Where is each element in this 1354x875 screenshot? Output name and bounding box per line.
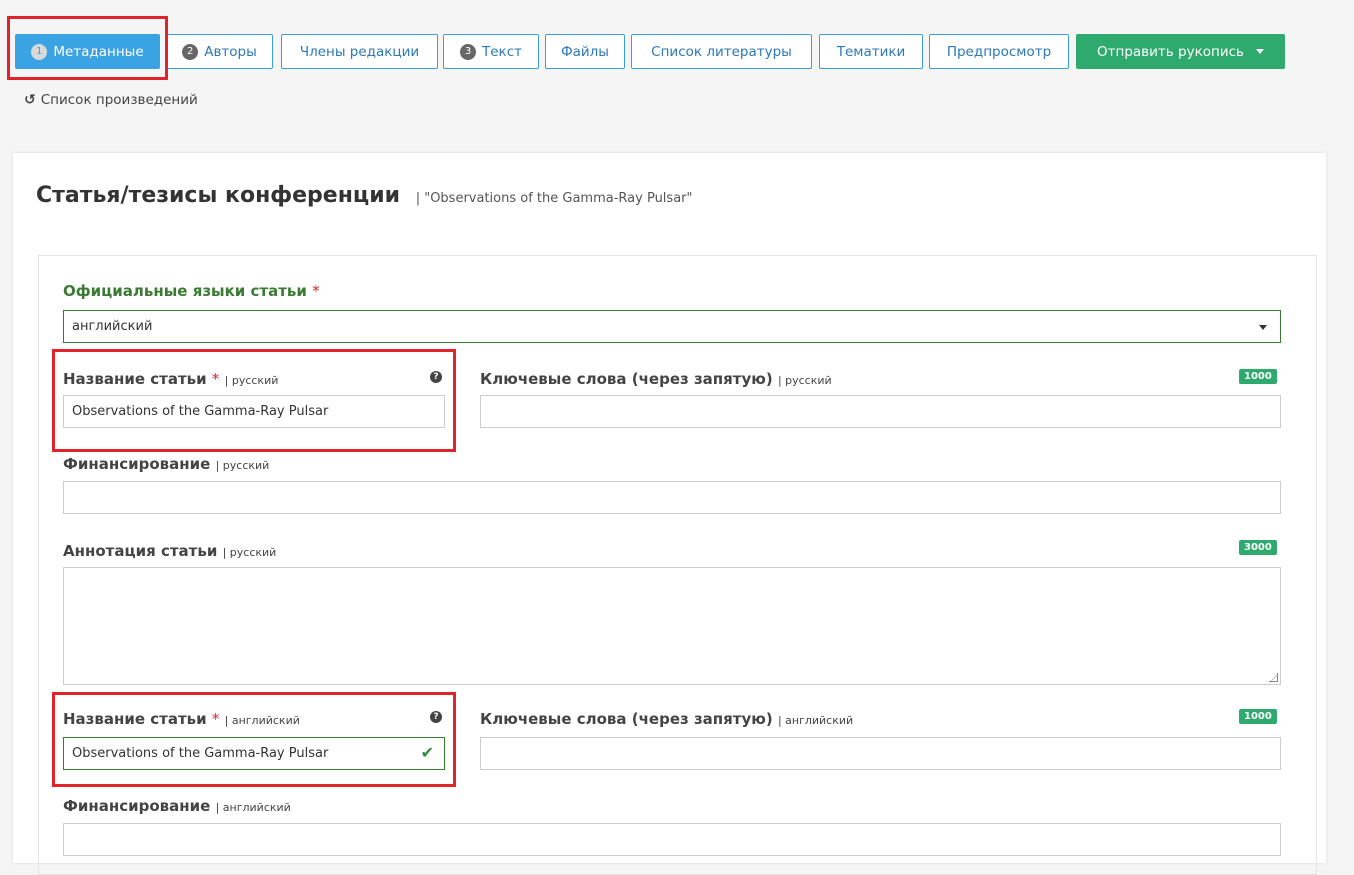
step-badge: 3: [460, 43, 476, 60]
keywords-en-label: Ключевые слова (через запятую) | английс…: [480, 710, 853, 728]
funding-ru-input[interactable]: [63, 481, 1281, 514]
tab-editorial-board[interactable]: Члены редакции: [281, 34, 438, 69]
caret-down-icon: [1255, 49, 1264, 54]
char-counter-badge: 3000: [1239, 540, 1277, 555]
help-icon[interactable]: ?: [430, 711, 442, 723]
undo-icon: ↺: [24, 92, 36, 108]
chevron-down-icon: [1259, 325, 1267, 330]
label-text: Аннотация статьи: [63, 542, 218, 560]
label-text: Ключевые слова (через запятую): [480, 710, 773, 728]
tab-authors[interactable]: 2 Авторы: [166, 34, 273, 69]
tab-label: Текст: [482, 43, 522, 60]
funding-en-label: Финансирование | английский: [63, 797, 291, 815]
main-panel: Статья/тезисы конференции | "Observation…: [13, 153, 1326, 875]
keywords-ru-input[interactable]: [480, 395, 1281, 428]
label-text: Название статьи: [63, 370, 207, 388]
language-sub: | английский: [777, 714, 854, 727]
page-title: Статья/тезисы конференции | "Observation…: [36, 183, 692, 208]
languages-label: Официальные языки статьи *: [63, 282, 320, 300]
page-title-text: Статья/тезисы конференции: [36, 183, 401, 208]
tab-references[interactable]: Список литературы: [631, 34, 812, 69]
tab-label: Тематики: [836, 43, 906, 60]
tab-label: Предпросмотр: [946, 43, 1052, 60]
tab-label: Авторы: [204, 43, 257, 60]
title-en-input[interactable]: Observations of the Gamma-Ray Pulsar ✔: [63, 737, 445, 770]
title-ru-input[interactable]: Observations of the Gamma-Ray Pulsar: [63, 395, 445, 428]
tab-label: Члены редакции: [299, 43, 420, 60]
send-manuscript-button[interactable]: Отправить рукопись: [1076, 34, 1285, 69]
select-value: английский: [72, 319, 153, 334]
tab-label: Список литературы: [651, 43, 792, 60]
funding-en-input[interactable]: [63, 823, 1281, 856]
back-to-works-link[interactable]: ↺ Список произведений: [24, 92, 198, 108]
resize-handle-icon[interactable]: [1269, 673, 1278, 682]
abstract-ru-label: Аннотация статьи | русский: [63, 542, 276, 560]
keywords-en-input[interactable]: [480, 737, 1281, 770]
title-ru-label: Название статьи * | русский: [63, 370, 278, 388]
label-text: Финансирование: [63, 797, 211, 815]
char-counter-badge: 1000: [1239, 369, 1277, 384]
label-text: Ключевые слова (через запятую): [480, 370, 773, 388]
tab-text[interactable]: 3 Текст: [443, 34, 539, 69]
languages-select[interactable]: английский: [63, 310, 1281, 343]
page-subtitle: | "Observations of the Gamma-Ray Pulsar": [415, 191, 693, 206]
language-sub: | английский: [224, 714, 300, 727]
abstract-ru-textarea[interactable]: [63, 567, 1281, 685]
check-icon: ✔: [420, 743, 434, 762]
label-text: Финансирование: [63, 455, 211, 473]
metadata-form: Официальные языки статьи * английский На…: [38, 255, 1317, 875]
back-link-label: Список произведений: [40, 92, 198, 108]
language-sub: | русский: [777, 374, 832, 387]
language-sub: | русский: [224, 374, 279, 387]
tab-topics[interactable]: Тематики: [819, 34, 923, 69]
input-value: Observations of the Gamma-Ray Pulsar: [72, 746, 329, 761]
tab-label: Метаданные: [53, 43, 144, 60]
keywords-ru-label: Ключевые слова (через запятую) | русский: [480, 370, 832, 388]
tab-files[interactable]: Файлы: [545, 34, 625, 69]
required-star: *: [312, 282, 320, 300]
tab-metadata[interactable]: 1 Метаданные: [15, 34, 160, 69]
char-counter-badge: 1000: [1239, 709, 1277, 724]
title-en-label: Название статьи * | английский: [63, 710, 300, 728]
funding-ru-label: Финансирование | русский: [63, 455, 269, 473]
step-badge: 2: [182, 43, 199, 60]
label-text: Официальные языки статьи: [63, 282, 307, 300]
required-star: *: [211, 370, 220, 388]
tab-label: Файлы: [561, 43, 609, 60]
input-value: Observations of the Gamma-Ray Pulsar: [72, 404, 329, 419]
help-icon[interactable]: ?: [430, 371, 442, 383]
label-text: Название статьи: [63, 710, 207, 728]
language-sub: | русский: [222, 546, 277, 559]
language-sub: | английский: [215, 801, 291, 814]
step-badge: 1: [31, 43, 48, 60]
send-label: Отправить рукопись: [1097, 43, 1244, 60]
language-sub: | русский: [215, 459, 270, 472]
required-star: *: [211, 710, 220, 728]
tab-preview[interactable]: Предпросмотр: [929, 34, 1069, 69]
